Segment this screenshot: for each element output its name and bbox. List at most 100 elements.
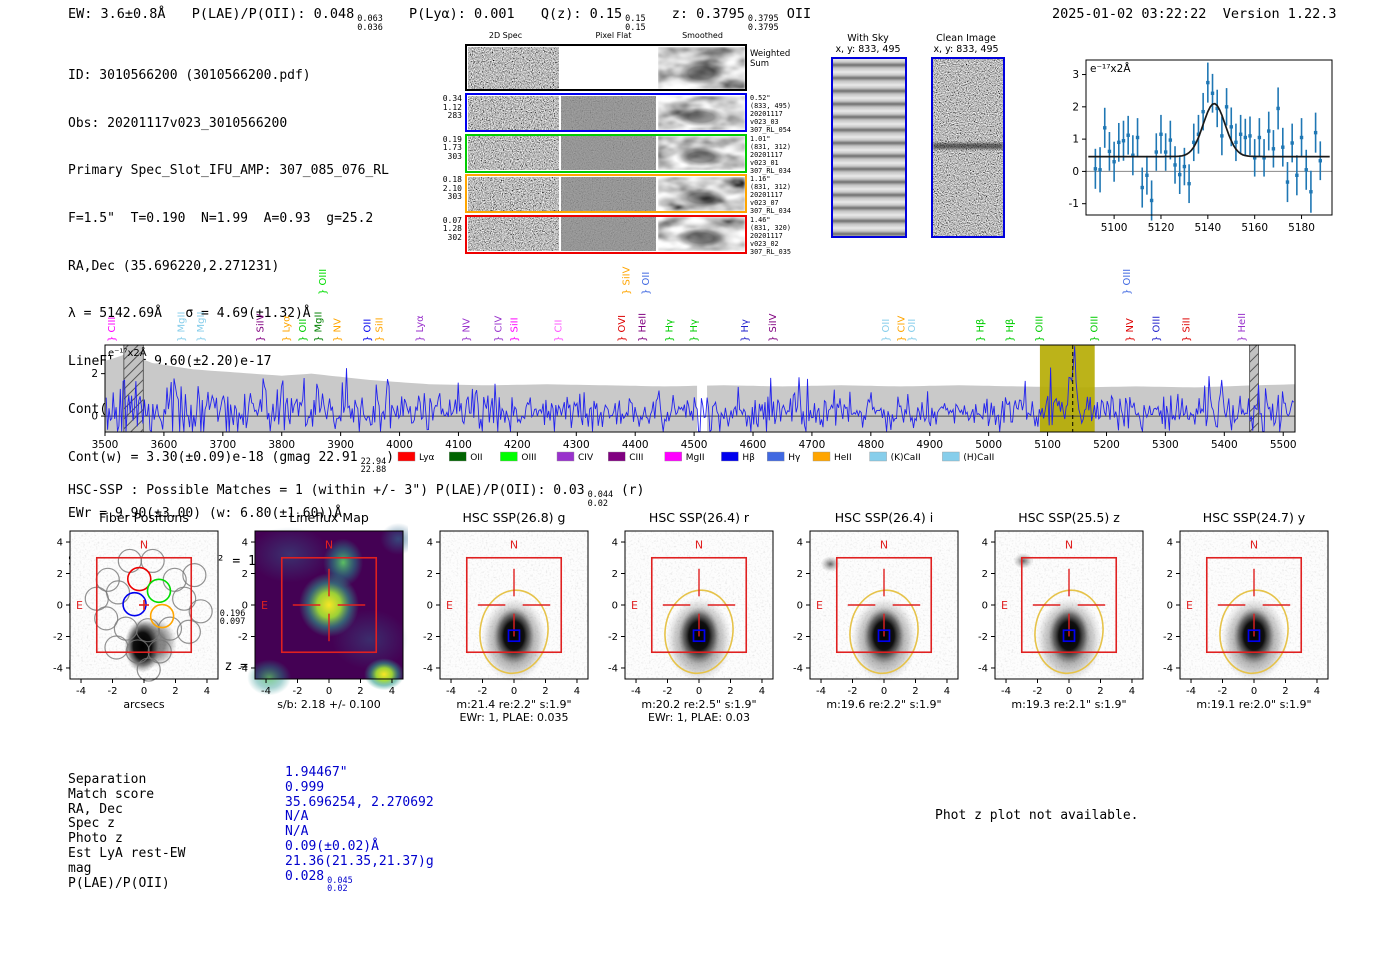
svg-text:-1: -1 (1069, 198, 1079, 210)
svg-text:-4: -4 (261, 686, 271, 697)
z-errors: 0.3795 0.3795 (747, 14, 779, 33)
svg-text:5400: 5400 (1211, 439, 1238, 451)
svg-text:0: 0 (1072, 166, 1079, 178)
svg-text:4200: 4200 (504, 439, 531, 451)
match-table-labels: Separation Match score RA, Dec Spec z Photo … (68, 772, 185, 891)
z-label: z: (671, 6, 688, 22)
line-label-Hβ: } Hβ (975, 319, 986, 342)
legend-label: OII (470, 453, 482, 463)
svg-text:-4: -4 (76, 686, 86, 697)
line-label-SiIV: } SiIV (768, 313, 779, 342)
spec2d-row-left-labels: 0.19 1.73 303 (442, 134, 462, 161)
svg-text:0: 0 (881, 686, 887, 697)
spec2d-row-image (467, 95, 745, 130)
legend-label: (K)CaII (891, 453, 921, 463)
line-label-Lyα: } Lyα (281, 315, 292, 342)
svg-text:3700: 3700 (209, 439, 236, 451)
match-row-value: 0.999 (285, 779, 325, 795)
svg-text:-2: -2 (293, 686, 303, 697)
match-row-value: 1.94467" (285, 765, 348, 780)
svg-text:4: 4 (204, 686, 210, 697)
svg-text:-4: -4 (238, 663, 248, 674)
svg-text:N: N (140, 538, 148, 551)
svg-text:4: 4 (389, 686, 395, 697)
svg-text:2: 2 (1097, 686, 1103, 697)
svg-text:-2: -2 (663, 686, 673, 697)
svg-text:HSC SSP(26.4) r: HSC SSP(26.4) r (649, 510, 750, 525)
legend-label: OIII (521, 453, 536, 463)
svg-text:-2: -2 (1033, 686, 1043, 697)
svg-text:5000: 5000 (975, 439, 1002, 451)
svg-text:2: 2 (1167, 569, 1173, 580)
svg-text:2: 2 (242, 569, 248, 580)
svg-text:0: 0 (326, 686, 332, 697)
line-label-SiIV: } SiIV (256, 313, 267, 342)
svg-text:-2: -2 (53, 632, 63, 643)
info-id: ID: 3010566200 (3010566200.pdf) (68, 67, 311, 83)
info-obs: Obs: 20201117v023_3010566200 (68, 115, 288, 131)
line-label-NV: } NV (333, 318, 344, 342)
match-row-label: Photo z (68, 831, 123, 847)
svg-text:HSC SSP(24.7) y: HSC SSP(24.7) y (1203, 510, 1306, 525)
cutout-panel: HSC SSP(26.4) r N E -4 -4 -2 -2 0 0 2 2 4 4 m:20.2 re… (593, 508, 778, 726)
spec2d-row-image (467, 176, 745, 211)
match-row-value: N/A (285, 824, 309, 840)
svg-text:-4: -4 (978, 663, 988, 674)
spec2d-row-cells (467, 95, 745, 130)
svg-text:3800: 3800 (268, 439, 295, 451)
match-row-label: Spec z (68, 816, 115, 832)
cutout-caption2: EWr: 1, PLAE: 0.03 (648, 711, 750, 724)
line-label-SiII: } SiII (1182, 317, 1193, 342)
svg-text:N: N (1250, 538, 1258, 551)
svg-text:0: 0 (1066, 686, 1072, 697)
svg-text:-4: -4 (1001, 686, 1011, 697)
svg-text:4900: 4900 (916, 439, 943, 451)
col-header-2dspec: 2D Spec (488, 31, 523, 40)
svg-text:0: 0 (696, 686, 702, 697)
svg-text:-4: -4 (816, 686, 826, 697)
svg-text:-2: -2 (238, 632, 248, 643)
spec2d-row-right-labels: 1.16" (831, 312) 20201117 v023_07 307_RL_034 (750, 175, 791, 215)
line-label-OII: } OII (907, 319, 918, 342)
svg-text:4400: 4400 (622, 439, 649, 451)
svg-text:0: 0 (242, 601, 248, 612)
svg-text:4: 4 (574, 686, 580, 697)
spec2d-row-left-labels: 0.34 1.12 283 (442, 94, 462, 120)
svg-text:4: 4 (1129, 686, 1135, 697)
svg-text:E: E (1186, 599, 1193, 612)
match-row-value: 0.09(±0.02)Å (285, 838, 379, 854)
svg-text:4: 4 (57, 538, 63, 549)
svg-text:2: 2 (1072, 101, 1079, 113)
line-label-CIII: } CIII (107, 317, 118, 342)
cutout-panel-lineflux-map: Lineflux Map N E -4 -4 -2 -2 0 0 2 2 4 4 s/b: 2.18 +/… (238, 510, 417, 711)
timestamp-version: 2025-01-02 03:22:22 Version 1.22.3 (1052, 6, 1337, 22)
svg-text:5200: 5200 (1093, 439, 1120, 451)
svg-text:e⁻¹⁷x2Å: e⁻¹⁷x2Å (1090, 62, 1131, 75)
svg-text:3900: 3900 (327, 439, 354, 451)
line-label-Hβ: } Hβ (1005, 319, 1016, 342)
line-label-SiIV: } SiIV (621, 266, 632, 295)
spec2d-row-right-labels: 1.01" (831, 312) 20201117 v023_01 307_RL_034 (750, 134, 791, 175)
svg-text:N: N (695, 538, 703, 551)
cutout-panel-fiber-positions: Fiber Positions N E -4 -4 -2 -2 0 0 2 2 4 4 arcsecs (53, 510, 219, 711)
timestamp: 2025-01-02 03:22:22 (1052, 6, 1207, 22)
line-label-CIV: } CIV (896, 316, 907, 342)
line-label-CII: } CII (554, 320, 565, 342)
match-row-label: Match score (68, 786, 155, 802)
svg-text:-4: -4 (446, 686, 456, 697)
svg-text:2: 2 (612, 569, 618, 580)
weighted-sum-label: Weighted Sum (750, 49, 791, 69)
cutout-caption: s/b: 2.18 +/- 0.100 (277, 698, 381, 711)
hsc-match-summary: HSC-SSP : Possible Matches = 1 (within +… (68, 483, 645, 509)
line-label-SiII: } SiII (509, 317, 520, 342)
info-seeing: F=1.5" T=0.190 N=1.99 A=0.93 g=25.2 (68, 210, 374, 226)
cutout-caption: m:19.6 re:2.2" s:1.9" (826, 698, 941, 711)
svg-text:5160: 5160 (1241, 222, 1268, 234)
line-label-OII: } OII (881, 319, 892, 342)
line-label-OII: } OII (298, 319, 309, 342)
match-row-label: Separation (68, 772, 147, 787)
svg-text:4: 4 (982, 538, 988, 549)
line-label-OII: } OII (363, 319, 374, 342)
full-spectrum-plot: 3500 3600 3700 3800 3900 4000 4100 4200 4300 4400… (91, 266, 1296, 463)
cutout-panel: HSC SSP(26.4) i N E -4 -4 -2 -2 0 0 2 2 4 4 m:19.6 re… (778, 508, 963, 726)
